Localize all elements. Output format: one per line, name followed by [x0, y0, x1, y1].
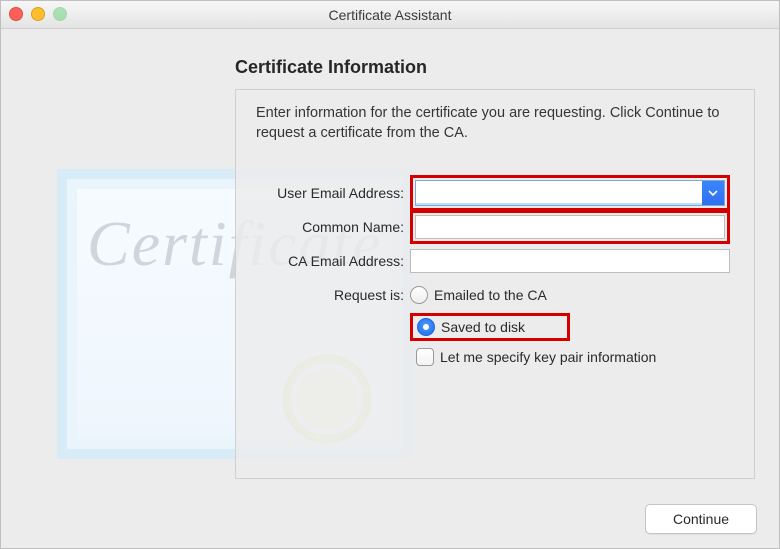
traffic-lights [9, 7, 67, 21]
user-email-input[interactable] [416, 181, 702, 203]
user-email-field[interactable] [415, 180, 725, 206]
chevron-down-icon[interactable] [702, 181, 724, 205]
specify-keypair-checkbox[interactable] [416, 348, 434, 366]
radio-saved[interactable] [417, 318, 435, 336]
user-email-label: User Email Address: [246, 185, 410, 201]
radio-emailed-label[interactable]: Emailed to the CA [434, 287, 547, 303]
certificate-form: User Email Address: Com [246, 176, 744, 366]
common-name-highlight [410, 210, 730, 244]
form-panel: Enter information for the certificate yo… [235, 89, 755, 479]
zoom-icon [53, 7, 67, 21]
ca-email-label: CA Email Address: [246, 253, 410, 269]
minimize-icon[interactable] [31, 7, 45, 21]
common-name-field[interactable] [415, 215, 725, 239]
request-is-label: Request is: [246, 287, 410, 303]
specify-keypair-label[interactable]: Let me specify key pair information [440, 349, 656, 365]
common-name-label: Common Name: [246, 219, 410, 235]
saved-to-disk-highlight: Saved to disk [410, 313, 570, 341]
titlebar: Certificate Assistant [1, 1, 779, 29]
content: Certificate Certificate Information Ente… [1, 29, 779, 549]
window-title: Certificate Assistant [329, 7, 452, 23]
ca-email-field[interactable] [410, 249, 730, 273]
page-title: Certificate Information [235, 57, 427, 78]
radio-saved-label[interactable]: Saved to disk [441, 319, 525, 335]
radio-emailed[interactable] [410, 286, 428, 304]
user-email-highlight [410, 175, 730, 211]
continue-button[interactable]: Continue [645, 504, 757, 534]
window: Certificate Assistant Certificate Certif… [0, 0, 780, 549]
instructions: Enter information for the certificate yo… [256, 104, 734, 143]
close-icon[interactable] [9, 7, 23, 21]
